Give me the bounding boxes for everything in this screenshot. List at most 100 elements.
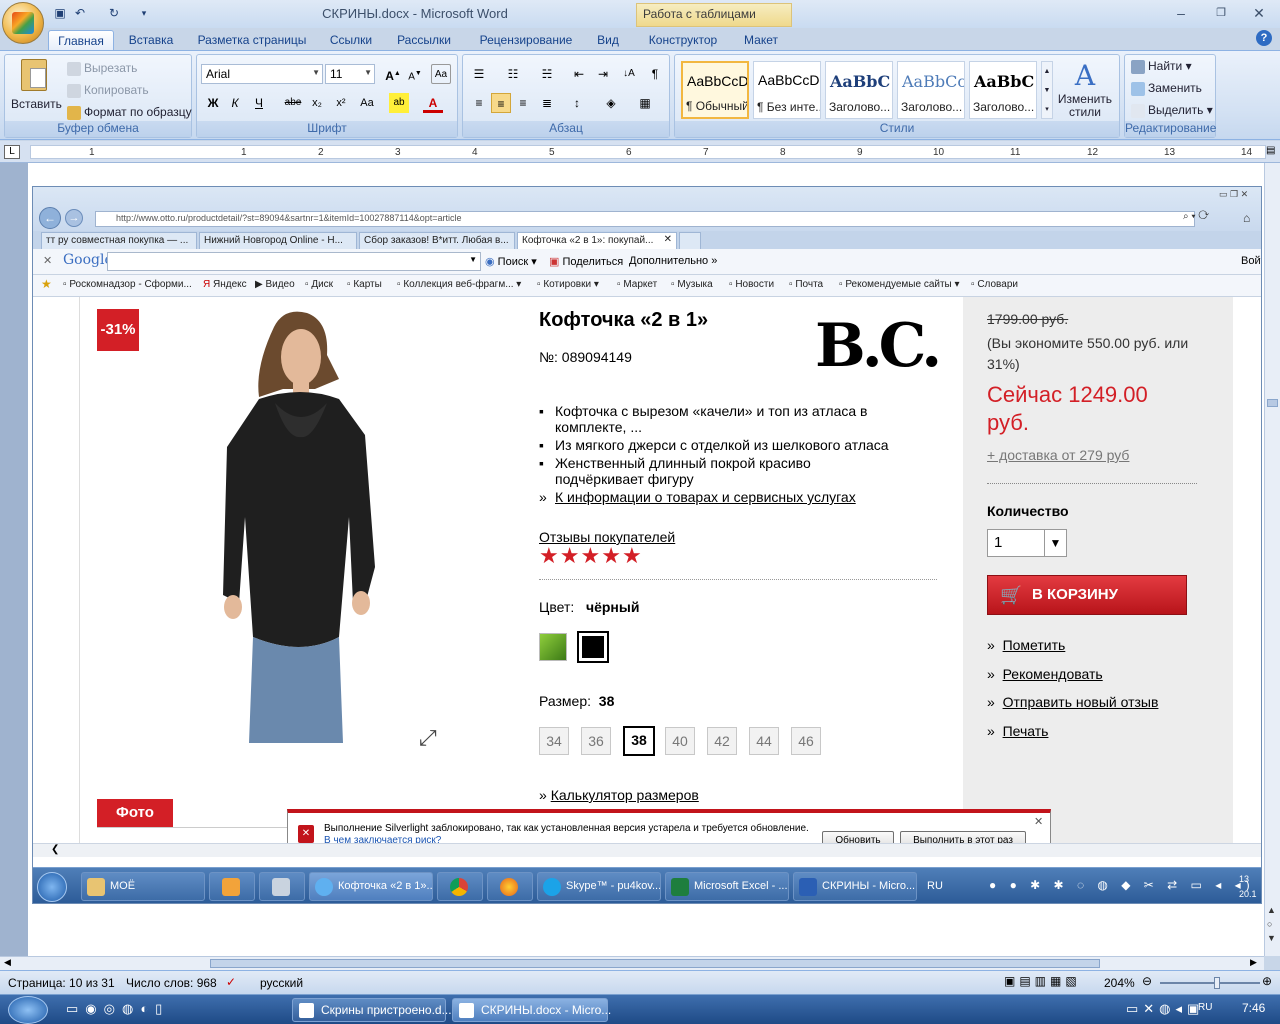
- align-left-icon[interactable]: ≡: [469, 93, 489, 113]
- taskbar-media[interactable]: [209, 872, 255, 901]
- zoom-slider[interactable]: [1160, 977, 1260, 989]
- select-button[interactable]: Выделить ▾: [1131, 103, 1213, 118]
- font-size-select[interactable]: 11 ▼: [325, 64, 375, 84]
- multilevel-list-icon[interactable]: ☵: [537, 64, 557, 84]
- taskbar-firefox[interactable]: [487, 872, 533, 901]
- address-bar[interactable]: http://www.otto.ru/productdetail/?st=890…: [95, 211, 1195, 227]
- size-option[interactable]: 44: [749, 727, 779, 755]
- language-indicator[interactable]: RU: [927, 880, 943, 892]
- zoom-out-icon[interactable]: ⊖: [1142, 974, 1152, 988]
- delivery-link[interactable]: + доставка от 279 руб: [987, 447, 1129, 463]
- color-swatch-black[interactable]: [577, 631, 609, 663]
- product-photo[interactable]: [189, 307, 419, 743]
- tray-language[interactable]: RU: [1198, 1002, 1212, 1013]
- close-tab-icon[interactable]: ✕: [664, 234, 672, 245]
- help-icon[interactable]: ?: [1256, 30, 1272, 46]
- info-link[interactable]: К информации о товарах и сервисных услуг…: [555, 489, 856, 505]
- quantity-select[interactable]: 1 ▼: [987, 529, 1067, 557]
- forward-icon[interactable]: →: [65, 209, 83, 227]
- office-button[interactable]: [2, 2, 44, 44]
- font-name-select[interactable]: Arial ▼: [201, 64, 323, 84]
- line-spacing-icon[interactable]: ↕: [567, 93, 587, 113]
- scroll-left-icon[interactable]: ❮: [51, 844, 59, 855]
- zoom-slider-thumb[interactable]: [1214, 977, 1220, 989]
- size-option[interactable]: 46: [791, 727, 821, 755]
- format-painter-button[interactable]: Формат по образцу: [67, 105, 192, 120]
- back-icon[interactable]: ←: [39, 207, 61, 229]
- size-calculator-link[interactable]: » Калькулятор размеров: [539, 787, 699, 803]
- zoom-icon[interactable]: ⤢: [419, 725, 437, 751]
- tray-clock[interactable]: 7:46: [1242, 1001, 1265, 1015]
- action-link[interactable]: » Отправить новый отзыв: [987, 688, 1158, 717]
- search-refresh-icons[interactable]: ⌕ ▾ ⟳: [1183, 211, 1209, 222]
- zoom-in-icon[interactable]: ⊕: [1262, 974, 1272, 988]
- taskbar-calculator[interactable]: [259, 872, 305, 901]
- color-swatch-green[interactable]: [539, 633, 567, 661]
- align-right-icon[interactable]: ≡: [513, 93, 533, 113]
- favorite-link[interactable]: ▫ Новости: [729, 279, 774, 290]
- home-icon[interactable]: ⌂: [1243, 211, 1250, 225]
- numbering-icon[interactable]: ☷: [503, 64, 523, 84]
- browser-tab[interactable]: тт ру совместная покупка — ...: [41, 232, 197, 249]
- start-button[interactable]: [37, 872, 67, 902]
- subscript-icon[interactable]: x₂: [307, 93, 327, 113]
- highlight-icon[interactable]: ab: [389, 93, 409, 113]
- photo-tab[interactable]: Фото: [97, 799, 173, 827]
- tab-design[interactable]: Конструктор: [638, 30, 728, 50]
- favorite-link[interactable]: Я Яндекс: [203, 279, 247, 290]
- borders-icon[interactable]: ▦: [635, 93, 655, 113]
- bullets-icon[interactable]: ☰: [469, 64, 489, 84]
- redo-icon[interactable]: ↻: [106, 5, 122, 21]
- bold-icon[interactable]: Ж: [203, 93, 223, 113]
- undo-icon[interactable]: ↶: [72, 5, 88, 21]
- superscript-icon[interactable]: x²: [331, 93, 351, 113]
- grow-font-icon[interactable]: A▲: [383, 64, 403, 84]
- style-normal[interactable]: AaBbCcDc ¶ Обычный: [681, 61, 749, 119]
- browser-hscroll[interactable]: ❮: [33, 843, 1261, 857]
- scroll-left-icon[interactable]: ◀: [4, 957, 11, 968]
- style-no-spacing[interactable]: AaBbCcDc ¶ Без инте...: [753, 61, 821, 119]
- favorite-link[interactable]: ▫ Почта: [789, 279, 823, 290]
- align-center-icon[interactable]: ≡: [491, 93, 511, 113]
- font-color-icon[interactable]: A: [423, 93, 443, 113]
- favorite-link[interactable]: ▫ Коллекция веб-фрагм... ▾: [397, 279, 521, 290]
- tab-review[interactable]: Рецензирование: [470, 30, 582, 50]
- sign-in-link[interactable]: Войт: [1241, 255, 1261, 267]
- maximize-button[interactable]: ❐: [1208, 3, 1234, 23]
- show-marks-icon[interactable]: ¶: [645, 64, 665, 84]
- hscroll-thumb[interactable]: [210, 959, 1100, 968]
- taskbar-skype[interactable]: Skype™ - pu4kov...: [537, 872, 661, 901]
- vertical-scrollbar[interactable]: ▲ ○ ▼: [1264, 163, 1280, 956]
- favorite-link[interactable]: ▫ Роскомнадзор - Сформи...: [63, 279, 192, 290]
- underline-icon[interactable]: Ч: [249, 93, 269, 113]
- word-count[interactable]: Число слов: 968: [126, 976, 217, 990]
- taskbar-excel[interactable]: Microsoft Excel - ...: [665, 872, 789, 901]
- google-search-input[interactable]: ▼: [107, 252, 481, 271]
- copy-button[interactable]: Копировать: [67, 83, 149, 98]
- favorite-link[interactable]: ▫ Словари: [971, 279, 1018, 290]
- tray-icons[interactable]: ● ● ✱ ✱ ◌ ◍ ◆ ✂ ⇄ ▭ ◂ ◂): [989, 878, 1255, 892]
- zoom-level[interactable]: 204%: [1104, 976, 1135, 990]
- style-heading-2[interactable]: AaBbCc Заголово...: [897, 61, 965, 119]
- share-button[interactable]: ▣ Поделиться: [549, 255, 623, 268]
- change-styles-button[interactable]: A Изменить стили: [1055, 59, 1115, 119]
- browse-buttons[interactable]: ▲ ○ ▼: [1267, 903, 1276, 945]
- favorite-link[interactable]: ▫ Музыка: [671, 279, 713, 290]
- browser-tab[interactable]: Сбор заказов! B*итт. Любая в...: [359, 232, 515, 249]
- scroll-thumb[interactable]: [1267, 399, 1278, 407]
- favorite-link[interactable]: ▫ Маркет: [617, 279, 657, 290]
- increase-indent-icon[interactable]: ⇥: [593, 64, 613, 84]
- horizontal-scrollbar[interactable]: ◀ ▶: [0, 956, 1264, 970]
- new-tab-button[interactable]: [679, 232, 701, 249]
- action-link[interactable]: » Рекомендовать: [987, 660, 1158, 689]
- style-title[interactable]: AaBbC Заголово...: [969, 61, 1037, 119]
- proofing-icon[interactable]: ✓: [226, 975, 236, 989]
- size-option[interactable]: 36: [581, 727, 611, 755]
- tab-stop-selector[interactable]: L: [4, 145, 20, 159]
- favorites-star-icon[interactable]: ★: [41, 277, 52, 291]
- taskbar-word[interactable]: СКРИНЫ - Micro...: [793, 872, 917, 901]
- change-case-icon[interactable]: Aa: [357, 93, 377, 113]
- language-status[interactable]: русский: [260, 976, 303, 990]
- scroll-right-icon[interactable]: ▶: [1250, 957, 1257, 968]
- size-option-selected[interactable]: 38: [623, 726, 655, 756]
